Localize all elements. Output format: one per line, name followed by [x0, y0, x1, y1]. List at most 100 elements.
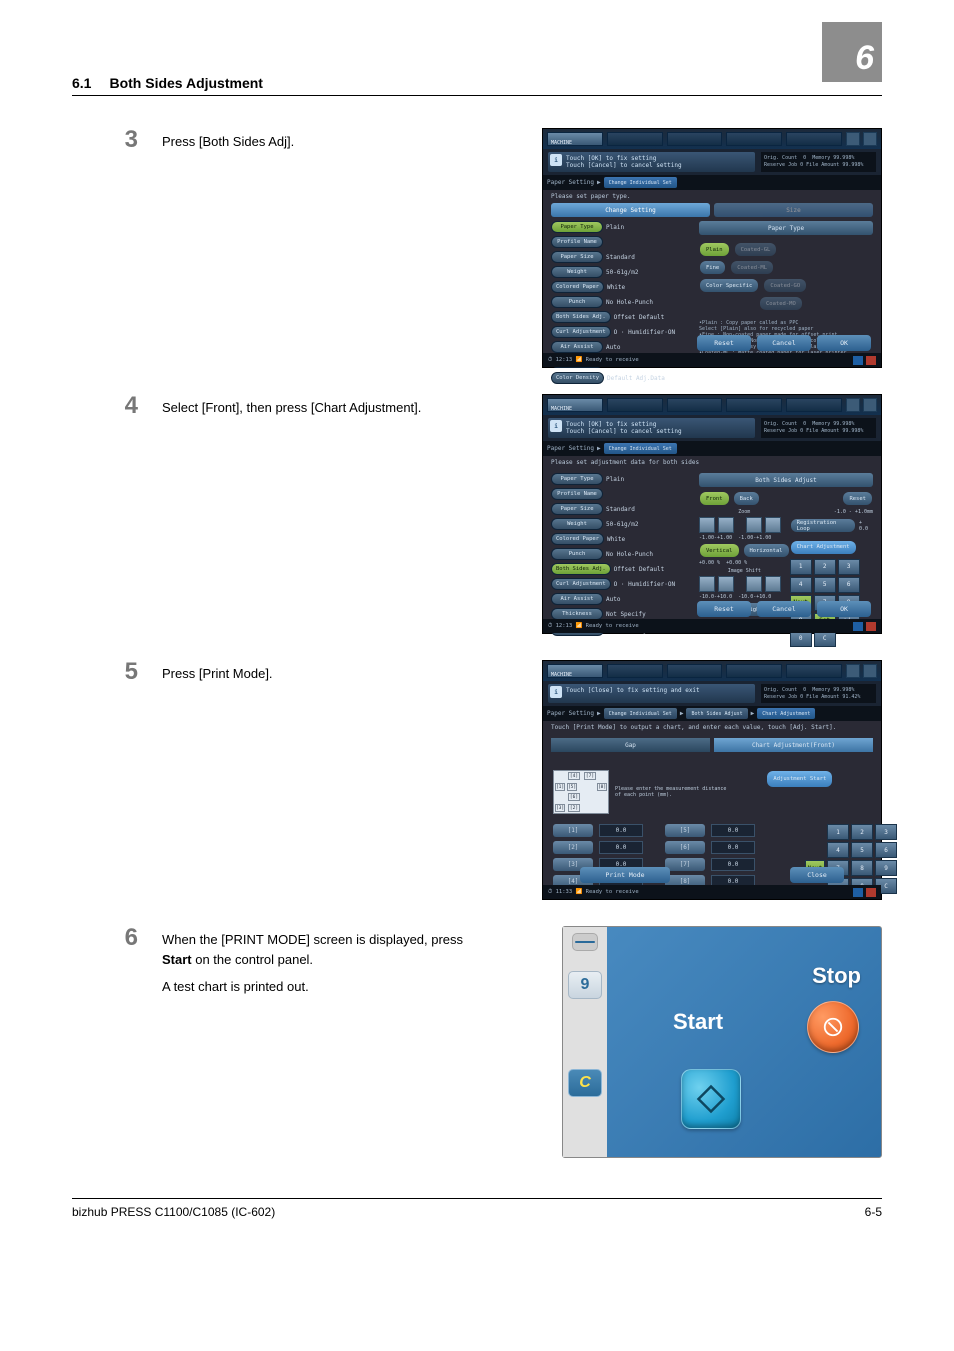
status-panel: Orig. Count 0 Memory 99.998% Reserve Job…: [761, 152, 876, 172]
step-3: 3 Press [Both Sides Adj]. MACHINE i Touc…: [72, 128, 882, 368]
screenshot-chart-adjustment: MACHINE i Touch [Close] to fix setting a…: [542, 660, 882, 900]
status-flag-1: [853, 356, 863, 365]
tab-change-setting[interactable]: Change Setting: [551, 203, 710, 217]
panel-title: Both Sides Adjust: [699, 473, 873, 487]
step-number: 5: [72, 660, 162, 900]
step-text-1: When the [PRINT MODE] screen is displaye…: [162, 930, 482, 969]
page-footer: bizhub PRESS C1100/C1085 (IC-602) 6-5: [72, 1198, 882, 1219]
cancel-button[interactable]: Cancel: [757, 335, 811, 351]
gear-icon[interactable]: [846, 664, 860, 678]
step-text-2: A test chart is printed out.: [162, 977, 482, 997]
step-number: 4: [72, 394, 162, 634]
colored-chip[interactable]: Colored Paper: [551, 281, 604, 293]
step-text: Press [Both Sides Adj].: [162, 132, 482, 152]
tab-recall[interactable]: [667, 132, 723, 146]
tab-scan[interactable]: [786, 132, 842, 146]
status-panel: Orig. Count 0 Memory 99.998% Reserve Job…: [761, 418, 876, 438]
registration-button[interactable]: Registration Loop: [791, 519, 855, 532]
profile-chip[interactable]: Profile Name: [551, 236, 603, 248]
color-specific-button[interactable]: Color Specific: [700, 279, 758, 292]
adjustment-start-button[interactable]: Adjustment Start: [767, 771, 832, 787]
screenshot-both-sides-adjust: MACHINE i Touch [OK] to fix settingTouch…: [542, 394, 882, 634]
help-icon[interactable]: [863, 664, 877, 678]
coated-mo-button[interactable]: Coated-MO: [760, 297, 802, 310]
reset-button[interactable]: Reset: [697, 601, 751, 617]
front-button[interactable]: Front: [700, 492, 729, 505]
ok-button[interactable]: OK: [817, 601, 871, 617]
step-text: Select [Front], then press [Chart Adjust…: [162, 398, 482, 418]
instruction-text: Please set paper type.: [543, 190, 881, 203]
plain-button[interactable]: Plain: [700, 243, 729, 256]
key-c[interactable]: C: [568, 1069, 602, 1097]
step-number: 6: [72, 926, 162, 1158]
panel-title: Paper Type: [699, 221, 873, 235]
tab-joblist[interactable]: [607, 132, 663, 146]
paper-size-chip[interactable]: Paper Size: [551, 251, 603, 263]
paper-type-chip[interactable]: Paper Type: [551, 221, 603, 233]
section-header: 6.1 Both Sides Adjustment: [72, 75, 882, 96]
vertical-button[interactable]: Vertical: [700, 544, 739, 557]
field-1[interactable]: [1]: [553, 824, 593, 837]
tab-machine[interactable]: MACHINE: [547, 398, 603, 412]
tab-chart-front[interactable]: Chart Adjustment(Front): [714, 738, 873, 752]
info-icon: i: [550, 686, 562, 698]
tab-gap[interactable]: Gap: [551, 738, 710, 752]
start-button[interactable]: [681, 1069, 741, 1129]
tab-machine[interactable]: MACHINE: [547, 132, 603, 146]
nav-chart-button[interactable]: Chart Adjustment: [757, 708, 815, 719]
help-icon[interactable]: [863, 398, 877, 412]
stop-icon: [822, 1016, 844, 1038]
help-icon[interactable]: [863, 132, 877, 146]
keypad: 123 456 Next789 .0C: [805, 824, 897, 894]
ok-button[interactable]: OK: [817, 335, 871, 351]
card-slot-icon: [572, 933, 598, 951]
footer-left: bizhub PRESS C1100/C1085 (IC-602): [72, 1205, 275, 1219]
cancel-button[interactable]: Cancel: [757, 601, 811, 617]
key-9[interactable]: 9: [568, 971, 602, 999]
stop-button[interactable]: [807, 1001, 859, 1053]
both-sides-chip[interactable]: Both Sides Adj.: [551, 563, 611, 575]
field-5[interactable]: [5]: [665, 824, 705, 837]
weight-chip[interactable]: Weight: [551, 266, 603, 278]
tab-machine[interactable]: MACHINE: [547, 664, 603, 678]
nav-change-button[interactable]: Change Individual Set: [604, 177, 677, 188]
gear-icon[interactable]: [846, 398, 860, 412]
status-flag-2: [866, 356, 876, 365]
info-banner: i Touch [Close] to fix setting and exit: [548, 684, 755, 703]
status-panel: Orig. Count 0 Memory 99.998% Reserve Job…: [761, 684, 876, 703]
field-2[interactable]: [2]: [553, 841, 593, 854]
reset-button[interactable]: Reset: [697, 335, 751, 351]
back-button[interactable]: Back: [734, 492, 759, 505]
coated-ml-button[interactable]: Coated-ML: [731, 261, 773, 274]
coated-gl-button[interactable]: Coated-GL: [735, 243, 777, 256]
curl-chip[interactable]: Curl Adjustment: [551, 326, 611, 338]
info-banner: i Touch [OK] to fix settingTouch [Cancel…: [548, 418, 755, 438]
color-density-chip[interactable]: Color Density: [551, 372, 604, 384]
screenshot-paper-type: MACHINE i Touch [OK] to fix settingTouch…: [542, 128, 882, 368]
footer-right: 6-5: [865, 1205, 882, 1219]
start-label: Start: [673, 1009, 723, 1035]
air-assist-chip[interactable]: Air Assist: [551, 341, 603, 353]
instruction-text: Please set adjustment data for both side…: [543, 456, 881, 469]
step-text: Press [Print Mode].: [162, 664, 482, 684]
reset-small-button[interactable]: Reset: [843, 492, 872, 505]
field-6[interactable]: [6]: [665, 841, 705, 854]
both-sides-chip[interactable]: Both Sides Adj.: [551, 311, 611, 323]
chart-adjustment-button[interactable]: Chart Adjustment: [791, 541, 856, 554]
control-panel-photo: 9 C Start Stop: [562, 926, 882, 1158]
diagram-instruction: Please enter the measurement distance of…: [615, 786, 726, 798]
info-banner: i Touch [OK] to fix settingTouch [Cancel…: [548, 152, 755, 172]
punch-chip[interactable]: Punch: [551, 296, 603, 308]
gear-icon[interactable]: [846, 132, 860, 146]
coated-go-button[interactable]: Coated-GO: [764, 279, 806, 292]
close-button[interactable]: Close: [790, 867, 844, 883]
section-number: 6.1: [72, 75, 91, 91]
diamond-icon: [696, 1084, 726, 1114]
print-mode-button[interactable]: Print Mode: [580, 867, 670, 883]
horizontal-button[interactable]: Horizontal: [744, 544, 789, 557]
tab-copy[interactable]: [726, 132, 782, 146]
tab-size[interactable]: Size: [714, 203, 873, 217]
nav-change-button[interactable]: Change Individual Set: [604, 443, 677, 454]
fine-button[interactable]: Fine: [700, 261, 725, 274]
step-4: 4 Select [Front], then press [Chart Adju…: [72, 394, 882, 634]
